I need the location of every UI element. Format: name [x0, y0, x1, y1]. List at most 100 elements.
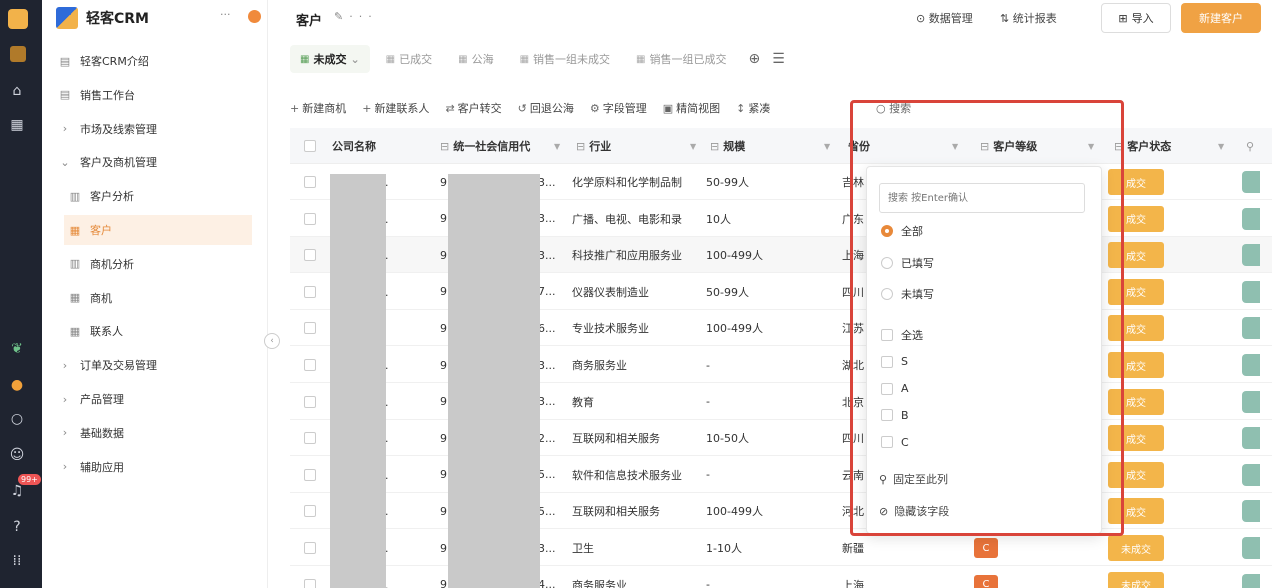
view-tab-2[interactable]: ▦ 公海 — [448, 45, 503, 73]
row-checkbox[interactable] — [304, 468, 316, 481]
pin-icon[interactable]: ✎ — [334, 10, 349, 23]
sort-caret-icon[interactable]: ▼ — [690, 142, 696, 151]
help-icon[interactable]: ? — [8, 518, 26, 536]
row-checkbox[interactable] — [304, 285, 316, 298]
sidebar-item-8[interactable]: ▦ 联系人 — [64, 316, 252, 346]
column-header-1[interactable]: ⊟ 统一社会信用代 ▼ — [440, 128, 570, 164]
sidebar-item-7[interactable]: ▦ 商机 — [64, 283, 252, 313]
table-row[interactable]: 科技...93...教育-北京成交 — [290, 384, 1272, 420]
status-badge[interactable]: 未成交 — [1108, 535, 1164, 561]
brand[interactable]: 轻客CRM — [56, 6, 149, 30]
sort-caret-icon[interactable]: ▼ — [824, 142, 830, 151]
sidebar-item-label: 基础数据 — [80, 426, 124, 440]
menu-grid-icon[interactable]: ⁞⁞ — [8, 552, 26, 570]
sidebar-item-0[interactable]: ▤ 轻客CRM介绍 — [54, 46, 252, 76]
toolbar-button-1[interactable]: + 新建联系人 — [362, 100, 429, 116]
select-all-checkbox[interactable] — [304, 140, 316, 152]
toolbar-button-2[interactable]: ⇄ 客户转交 — [445, 100, 501, 116]
column-header-0[interactable]: 公司名称 — [332, 128, 432, 164]
more-icon[interactable]: ··· — [220, 8, 231, 21]
sidebar-item-10[interactable]: › 产品管理 — [54, 384, 252, 414]
import-button[interactable]: ⊞ 导入 — [1101, 3, 1171, 33]
column-header-6[interactable]: ⊟ 客户状态 ▼ — [1114, 128, 1234, 164]
view-tab-3[interactable]: ▦ 销售一组未成交 — [510, 45, 620, 73]
row-checkbox[interactable] — [304, 542, 316, 554]
row-checkbox[interactable] — [304, 432, 316, 445]
new-customer-button[interactable]: 新建客户 — [1181, 3, 1261, 33]
toolbar-button-4[interactable]: ⚙ 字段管理 — [590, 100, 647, 116]
toolbar-button-3[interactable]: ↺ 回退公海 — [518, 100, 574, 116]
sidebar-item-4[interactable]: ▥ 客户分析 — [64, 181, 252, 211]
table-row[interactable]: (上...96...专业技术服务业100-499人江苏成交 — [290, 310, 1272, 347]
table-view-icon: ▦ — [519, 53, 530, 65]
collapse-sidebar-icon[interactable]: ‹ — [264, 333, 280, 349]
row-checkbox[interactable] — [304, 249, 316, 262]
row-checkbox[interactable] — [304, 359, 316, 371]
more-icon[interactable]: ··· — [349, 10, 378, 23]
table-icon: ▦ — [69, 324, 81, 338]
cell-code_end: 3... — [538, 248, 556, 262]
toolbar-button-6[interactable]: ↕ 紧凑 — [736, 100, 770, 116]
sidebar-item-1[interactable]: ▤ 销售工作台 — [54, 80, 252, 110]
sidebar-item-3[interactable]: ⌄ 客户及商机管理 — [54, 147, 252, 177]
cell-scale: - — [706, 468, 710, 482]
column-header-3[interactable]: ⊟ 规模 ▼ — [710, 128, 840, 164]
view-tab-4[interactable]: ▦ 销售一组已成交 — [626, 45, 736, 73]
sidebar-item-12[interactable]: › 辅助应用 — [54, 452, 252, 482]
row-checkbox[interactable] — [304, 176, 316, 188]
table-row[interactable]: 能源...95...软件和信息技术服务业-云南成交 — [290, 457, 1272, 493]
row-checkbox[interactable] — [304, 212, 316, 225]
sidebar-item-6[interactable]: ▥ 商机分析 — [64, 249, 252, 279]
row-checkbox[interactable] — [304, 505, 316, 518]
table-row[interactable]: 亡有...93...化学原料和化学制品制50-99人吉林成交 — [290, 164, 1272, 200]
table-row[interactable]: 山区...93...卫生1-10人新疆C未成交 — [290, 530, 1272, 566]
row-checkbox[interactable] — [304, 322, 316, 335]
column-header-2[interactable]: ⊟ 行业 ▼ — [576, 128, 706, 164]
owner-avatar — [1242, 171, 1260, 193]
row-checkbox-cell — [304, 457, 316, 493]
notification-badge: 99+ — [18, 474, 41, 485]
search-icon[interactable]: ○ — [8, 410, 26, 428]
workspace-logo-icon[interactable] — [8, 9, 28, 29]
table-row[interactable]: 思有...97...仪器仪表制造业50-99人四川成交 — [290, 274, 1272, 310]
table-row[interactable]: 口腔...94...商务服务业-上海C未成交 — [290, 567, 1272, 588]
row-checkbox[interactable] — [304, 395, 316, 408]
stats-report-link[interactable]: ⇅ 统计报表 — [1000, 10, 1057, 26]
cell-industry: 广播、电视、电影和录 — [572, 212, 682, 226]
sidebar-item-11[interactable]: › 基础数据 — [54, 418, 252, 448]
sidebar-item-9[interactable]: › 订单及交易管理 — [54, 350, 252, 380]
compact-view-icon: ▣ — [662, 101, 674, 115]
data-manage-link[interactable]: ⊙ 数据管理 — [916, 10, 973, 26]
home-icon[interactable]: ⌂ — [8, 82, 26, 100]
contacts-icon[interactable]: ☺ — [8, 446, 26, 464]
toolbar-button-0[interactable]: + 新建商机 — [290, 100, 346, 116]
view-tab-0[interactable]: ▦ 未成交 ⌄ — [290, 45, 370, 73]
title-actions[interactable]: ✎··· — [334, 10, 378, 23]
view-tab-1[interactable]: ▦ 已成交 — [376, 45, 442, 73]
table-row[interactable]: 信息...93...商务服务业-湖北成交 — [290, 347, 1272, 383]
table-row[interactable]: 科技...92...互联网和相关服务10-50人四川成交 — [290, 420, 1272, 457]
table-row[interactable]: 之传...93...广播、电视、电影和录10人广东成交 — [290, 201, 1272, 237]
leaf-icon[interactable]: ❦ — [8, 340, 26, 358]
row-checkbox[interactable] — [304, 578, 316, 588]
add-view-icon[interactable]: ⊕ — [748, 51, 760, 67]
view-list-icon[interactable]: ☰ — [772, 51, 785, 67]
brand-name: 轻客CRM — [86, 11, 149, 27]
table-icon: ▦ — [69, 291, 81, 305]
status-dot-icon[interactable]: ● — [8, 376, 26, 394]
chevron-down-icon[interactable]: ⌄ — [350, 53, 359, 66]
sort-caret-icon[interactable]: ▼ — [554, 142, 560, 151]
table-row[interactable]: 科技...93...科技推广和应用服务业100-499人上海成交 — [290, 237, 1272, 274]
app-logo-icon[interactable] — [10, 46, 26, 62]
toolbar-button-5[interactable]: ▣ 精简视图 — [663, 100, 720, 116]
table-row[interactable]: 数信...95...互联网和相关服务100-499人河北成交 — [290, 493, 1272, 530]
apps-grid-icon[interactable]: ▦ — [8, 116, 26, 134]
more-columns-icon[interactable]: ⚲ — [1246, 128, 1254, 164]
status-badge[interactable]: 未成交 — [1108, 571, 1164, 588]
cell-industry: 互联网和相关服务 — [572, 432, 660, 446]
sidebar-item-label: 市场及线索管理 — [80, 122, 157, 136]
sidebar-item-5[interactable]: ▦ 客户 — [64, 215, 252, 245]
add-icon[interactable] — [248, 10, 261, 23]
sidebar-item-2[interactable]: › 市场及线索管理 — [54, 114, 252, 144]
sort-caret-icon[interactable]: ▼ — [1218, 142, 1224, 151]
